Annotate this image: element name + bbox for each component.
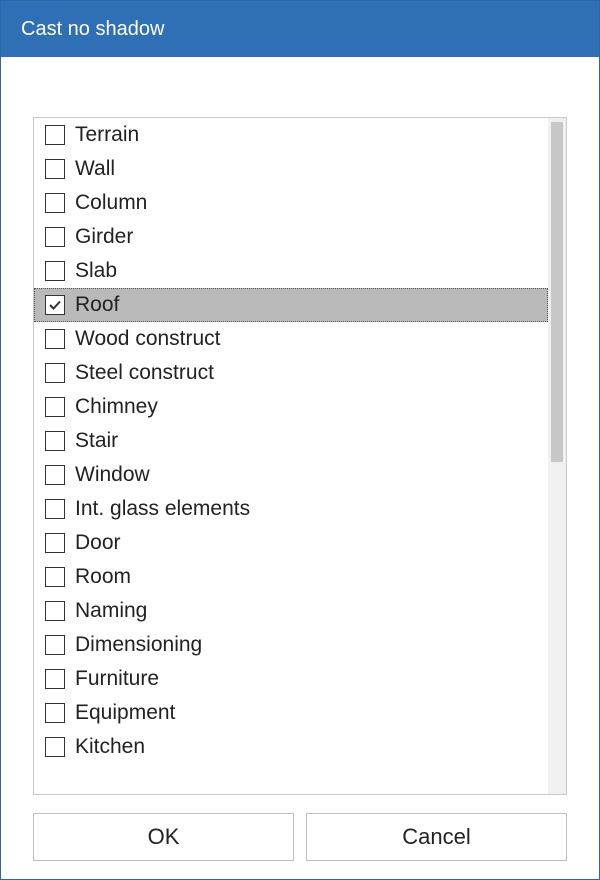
list-item[interactable]: Wall <box>34 152 548 186</box>
checkbox[interactable] <box>45 703 65 723</box>
list-item[interactable]: Window <box>34 458 548 492</box>
dialog-window: Cast no shadow Terrain Wall Column Girder Sl… <box>0 0 600 880</box>
list-item-label: Stair <box>75 429 118 453</box>
titlebar: Cast no shadow <box>1 1 599 57</box>
list-item-label: Dimensioning <box>75 633 202 657</box>
checkbox[interactable] <box>45 431 65 451</box>
list-item-label: Roof <box>75 293 119 317</box>
list-item[interactable]: Int. glass elements <box>34 492 548 526</box>
list-item-label: Wall <box>75 157 115 181</box>
list-item-label: Door <box>75 531 121 555</box>
ok-button[interactable]: OK <box>33 813 294 861</box>
list-item-label: Int. glass elements <box>75 497 250 521</box>
checkbox[interactable] <box>45 363 65 383</box>
checkbox[interactable] <box>45 125 65 145</box>
list-item-label: Slab <box>75 259 117 283</box>
checkbox[interactable] <box>45 193 65 213</box>
list-item-label: Naming <box>75 599 147 623</box>
checkbox[interactable] <box>45 329 65 349</box>
list-item-label: Girder <box>75 225 133 249</box>
list-item-label: Furniture <box>75 667 159 691</box>
scrollbar[interactable] <box>548 118 566 794</box>
checkbox[interactable] <box>45 397 65 417</box>
checkbox[interactable] <box>45 737 65 757</box>
list-item[interactable]: Column <box>34 186 548 220</box>
list-item-label: Terrain <box>75 123 139 147</box>
list-item[interactable]: Chimney <box>34 390 548 424</box>
list-item[interactable]: Girder <box>34 220 548 254</box>
list-item[interactable]: Naming <box>34 594 548 628</box>
list-item[interactable]: Equipment <box>34 696 548 730</box>
list-item[interactable]: Roof <box>34 288 548 322</box>
list-item[interactable]: Steel construct <box>34 356 548 390</box>
check-icon <box>48 298 62 312</box>
checkbox[interactable] <box>45 533 65 553</box>
list-item[interactable]: Wood construct <box>34 322 548 356</box>
list-item[interactable]: Door <box>34 526 548 560</box>
list-item[interactable]: Kitchen <box>34 730 548 764</box>
list-item-label: Window <box>75 463 150 487</box>
list-item-label: Room <box>75 565 131 589</box>
checkbox[interactable] <box>45 227 65 247</box>
checkbox[interactable] <box>45 295 65 315</box>
button-row: OK Cancel <box>33 813 567 861</box>
list-item[interactable]: Furniture <box>34 662 548 696</box>
list-item[interactable]: Room <box>34 560 548 594</box>
cancel-button[interactable]: Cancel <box>306 813 567 861</box>
list-item-label: Kitchen <box>75 735 145 759</box>
checkbox[interactable] <box>45 601 65 621</box>
list-container: Terrain Wall Column Girder Slab Roof Wood cons… <box>33 117 567 795</box>
list-item-label: Wood construct <box>75 327 221 351</box>
list-body: Terrain Wall Column Girder Slab Roof Wood cons… <box>34 118 548 794</box>
list-item-label: Chimney <box>75 395 158 419</box>
checkbox[interactable] <box>45 635 65 655</box>
list-item[interactable]: Terrain <box>34 118 548 152</box>
list-item[interactable]: Dimensioning <box>34 628 548 662</box>
checkbox[interactable] <box>45 669 65 689</box>
list-item[interactable]: Stair <box>34 424 548 458</box>
checkbox[interactable] <box>45 567 65 587</box>
dialog-content: Terrain Wall Column Girder Slab Roof Wood cons… <box>1 57 599 879</box>
checkbox[interactable] <box>45 499 65 519</box>
list-item-label: Steel construct <box>75 361 214 385</box>
checkbox[interactable] <box>45 465 65 485</box>
scrollbar-thumb[interactable] <box>551 122 563 462</box>
list-item[interactable]: Slab <box>34 254 548 288</box>
dialog-title: Cast no shadow <box>21 18 164 40</box>
list-item-label: Column <box>75 191 147 215</box>
checkbox[interactable] <box>45 261 65 281</box>
list-item-label: Equipment <box>75 701 175 725</box>
checkbox[interactable] <box>45 159 65 179</box>
